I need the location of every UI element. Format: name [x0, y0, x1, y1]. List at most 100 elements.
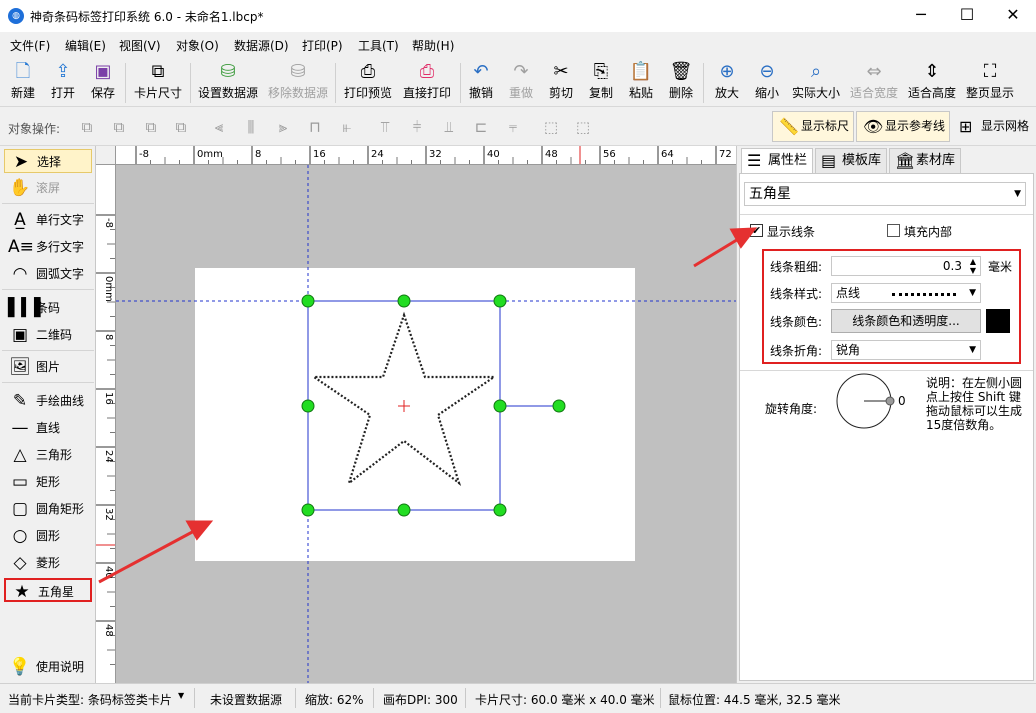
zoom-in-button[interactable]: ⊕ 放大 — [710, 61, 744, 105]
tool-select[interactable]: ➤ 选择 — [4, 149, 92, 173]
minimize-button[interactable]: ─ — [898, 0, 944, 32]
print-preview-button[interactable]: ⎙ 打印预览 — [341, 61, 395, 105]
tool-rounded-rectangle[interactable]: ▢ 圆角矩形 — [4, 497, 92, 521]
tool-circle[interactable]: ○ 圆形 — [4, 524, 92, 548]
object-selector[interactable]: 五角星 ▼ — [744, 182, 1026, 206]
rotation-handle[interactable] — [552, 399, 566, 413]
tab-templates[interactable]: ▤ 模板库 — [815, 148, 887, 173]
new-button[interactable]: 🗋 新建 — [6, 61, 40, 105]
tool-barcode[interactable]: ▌▍▌ 条码 — [4, 296, 92, 320]
save-button[interactable]: ▣ 保存 — [86, 61, 120, 105]
send-back-icon[interactable]: ⧉ — [170, 116, 192, 138]
line-join-select[interactable]: 锐角 ▼ — [831, 340, 981, 360]
menu-bar: 文件(F) 编辑(E) 视图(V) 对象(O) 数据源(D) 打印(P) 工具(… — [0, 32, 1036, 57]
align-right-icon[interactable]: ⫸ — [272, 116, 294, 138]
fit-width-button[interactable]: ⇔ 适合宽度 — [848, 61, 900, 105]
line-color-swatch[interactable] — [986, 309, 1010, 333]
send-backward-icon[interactable]: ⧉ — [140, 116, 162, 138]
same-height-icon[interactable]: ⊏ — [470, 116, 492, 138]
actual-size-button[interactable]: ⌕ 实际大小 — [790, 61, 842, 105]
align-top-icon[interactable]: ⫪ — [374, 116, 396, 138]
chevron-down-icon[interactable]: ▼ — [178, 691, 184, 700]
menu-object[interactable]: 对象(O) — [176, 37, 219, 54]
menu-view[interactable]: 视图(V) — [119, 37, 161, 54]
tool-triangle[interactable]: △ 三角形 — [4, 443, 92, 467]
resize-handle[interactable] — [301, 399, 315, 413]
line-width-spinner[interactable]: 0.3 ▲ ▼ — [831, 256, 981, 276]
tool-help[interactable]: 💡 使用说明 — [4, 655, 92, 679]
mouse-position-status: 鼠标位置: 44.5 毫米, 32.5 毫米 — [668, 693, 841, 707]
v-ruler-label: -8 — [103, 218, 114, 228]
maximize-button[interactable]: ☐ — [944, 0, 990, 32]
zoom-out-button[interactable]: ⊖ 缩小 — [750, 61, 784, 105]
tool-image[interactable]: 🖼 图片 — [4, 355, 92, 379]
show-guides-toggle[interactable]: 👁 显示参考线 — [856, 111, 950, 142]
bring-forward-icon[interactable]: ⧉ — [108, 116, 130, 138]
resize-handle[interactable] — [397, 503, 411, 517]
cut-button[interactable]: ✂ 剪切 — [546, 61, 576, 105]
line-style-select[interactable]: 点线 ▼ — [831, 283, 981, 303]
group-icon[interactable]: ⬚ — [540, 116, 562, 138]
show-grid-toggle[interactable]: ⊞ 显示网格 — [952, 111, 1034, 142]
show-ruler-toggle[interactable]: 📏 显示标尺 — [772, 111, 854, 142]
open-button[interactable]: ⇪ 打开 — [46, 61, 80, 105]
rotation-dial[interactable] — [836, 373, 902, 433]
tab-materials[interactable]: 🏛 素材库 — [889, 148, 961, 173]
undo-button[interactable]: ↶ 撤销 — [466, 61, 496, 105]
tool-line[interactable]: — 直线 — [4, 416, 92, 440]
horizontal-ruler[interactable]: -8 0mm 8 16 24 32 40 48 56 64 72 — [116, 146, 736, 165]
tab-properties[interactable]: ☰ 属性栏 — [741, 148, 813, 173]
resize-handle[interactable] — [397, 294, 411, 308]
set-datasource-button[interactable]: ⛁ 设置数据源 — [196, 61, 260, 105]
resize-handle[interactable] — [493, 294, 507, 308]
card-size-button[interactable]: ⧉ 卡片尺寸 — [131, 61, 185, 105]
tool-scroll[interactable]: ✋ 滚屏 — [4, 176, 92, 200]
h-ruler-label: 72 — [719, 149, 732, 160]
tool-arc-text[interactable]: ◠ 圆弧文字 — [4, 262, 92, 286]
tool-freehand[interactable]: ✎ 手绘曲线 — [4, 389, 92, 413]
fill-inside-checkbox[interactable] — [887, 224, 900, 237]
resize-handle[interactable] — [493, 503, 507, 517]
ungroup-icon[interactable]: ⬚ — [572, 116, 594, 138]
line-color-button[interactable]: 线条颜色和透明度... — [831, 309, 981, 333]
resize-handle[interactable] — [301, 294, 315, 308]
canvas-overlay — [116, 165, 736, 683]
align-bottom-icon[interactable]: ⫫ — [438, 116, 460, 138]
delete-button[interactable]: 🗑 删除 — [666, 61, 696, 105]
bring-front-icon[interactable]: ⧉ — [76, 116, 98, 138]
align-left-icon[interactable]: ⫷ — [208, 116, 230, 138]
fit-height-button[interactable]: ⇕ 适合高度 — [906, 61, 958, 105]
menu-edit[interactable]: 编辑(E) — [65, 37, 106, 54]
menu-datasource[interactable]: 数据源(D) — [234, 37, 289, 54]
tool-multi-line-text[interactable]: A≡ 多行文字 — [4, 235, 92, 259]
design-canvas[interactable] — [116, 165, 736, 683]
resize-handle[interactable] — [493, 399, 507, 413]
remove-datasource-button[interactable]: ⛁ 移除数据源 — [266, 61, 330, 105]
menu-help[interactable]: 帮助(H) — [412, 37, 454, 54]
same-width-icon[interactable]: ⊓ — [304, 116, 326, 138]
menu-file[interactable]: 文件(F) — [10, 37, 50, 54]
v-ruler-label: 40 — [103, 566, 114, 579]
menu-tools[interactable]: 工具(T) — [358, 37, 399, 54]
close-button[interactable]: ✕ — [990, 0, 1036, 32]
menu-print[interactable]: 打印(P) — [302, 37, 343, 54]
distribute-v-icon[interactable]: ⫧ — [502, 116, 524, 138]
tool-rectangle[interactable]: ▭ 矩形 — [4, 470, 92, 494]
show-line-label: 显示线条 — [767, 225, 816, 239]
align-center-icon[interactable]: ⫼ — [240, 116, 262, 138]
fit-page-button[interactable]: ⛶ 整页显示 — [964, 61, 1016, 105]
vertical-ruler[interactable]: -8 0mm 8 16 24 32 40 48 — [96, 165, 116, 683]
redo-button[interactable]: ↷ 重做 — [506, 61, 536, 105]
star-shape[interactable] — [310, 311, 498, 486]
resize-handle[interactable] — [301, 503, 315, 517]
align-middle-icon[interactable]: ⫩ — [406, 116, 428, 138]
copy-button[interactable]: ⎘ 复制 — [586, 61, 616, 105]
tool-star[interactable]: ★ 五角星 — [4, 578, 92, 602]
tool-single-line-text[interactable]: A̲ 单行文字 — [4, 208, 92, 232]
show-line-checkbox[interactable]: ✔ — [750, 224, 763, 237]
distribute-h-icon[interactable]: ⫦ — [336, 116, 358, 138]
paste-button[interactable]: 📋 粘贴 — [626, 61, 656, 105]
direct-print-button[interactable]: ⎙ 直接打印 — [400, 61, 454, 105]
tool-diamond[interactable]: ◇ 菱形 — [4, 551, 92, 575]
tool-qrcode[interactable]: ▣ 二维码 — [4, 323, 92, 347]
